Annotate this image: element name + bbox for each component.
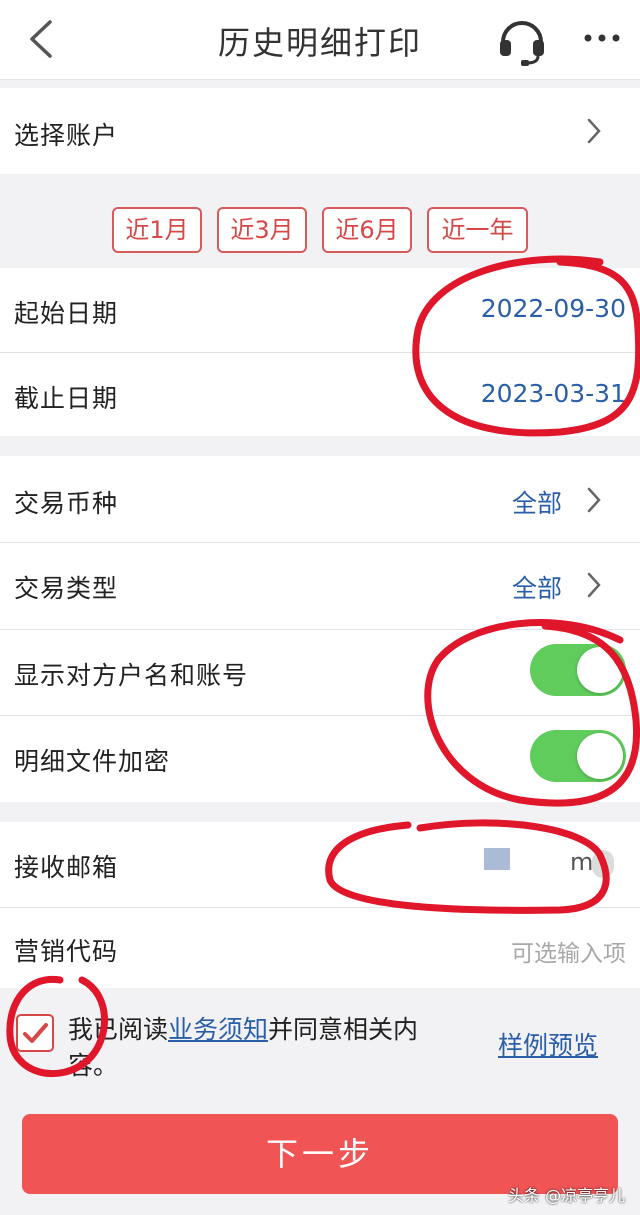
currency-label: 交易币种 [14,489,119,518]
agreement-text: 我已阅读业务须知并同意相关内容。 [68,1012,468,1078]
agreement-text-before: 我已阅读 [68,1015,169,1044]
encrypt-file-toggle[interactable] [530,730,626,782]
email-value[interactable]: m [570,848,593,876]
chevron-right-icon [587,572,601,598]
start-date-row[interactable]: 起始日期 2022-09-30 [0,268,640,352]
end-date-value[interactable]: 2023-03-31 [481,379,626,408]
transaction-type-label: 交易类型 [14,574,119,603]
start-date-label: 起始日期 [14,299,119,328]
checkmark-icon [23,1023,48,1043]
show-counterparty-toggle[interactable] [530,644,626,696]
watermark: 头条 @凉亭亨儿 [508,1186,626,1205]
sample-preview-link[interactable]: 样例预览 [498,1026,598,1062]
clear-icon[interactable] [592,850,614,878]
transaction-type-value: 全部 [512,574,563,603]
marketing-code-input[interactable]: 可选输入项 [511,934,626,968]
show-counterparty-label: 显示对方户名和账号 [14,661,249,690]
toggle-knob [577,647,623,693]
select-account-row[interactable]: 选择账户 [0,88,640,174]
encrypt-file-label: 明细文件加密 [14,747,171,776]
toggle-knob [577,733,623,779]
email-label: 接收邮箱 [14,853,119,882]
email-row[interactable]: 接收邮箱 m [0,822,640,908]
range-1-month-button[interactable]: 近1月 [112,207,202,253]
start-date-value[interactable]: 2022-09-30 [481,294,626,323]
more-icon[interactable] [580,20,624,56]
select-account-label: 选择账户 [14,121,119,150]
encrypt-file-row: 明细文件加密 [0,716,640,802]
end-date-row[interactable]: 截止日期 2023-03-31 [0,353,640,436]
transaction-type-row[interactable]: 交易类型 全部 [0,543,640,629]
range-6-months-button[interactable]: 近6月 [322,207,412,253]
chevron-right-icon [587,118,601,144]
headset-icon[interactable] [494,12,550,68]
email-blur-mark [484,848,510,870]
chevron-right-icon [587,487,601,513]
show-counterparty-row: 显示对方户名和账号 [0,630,640,716]
currency-row[interactable]: 交易币种 全部 [0,456,640,542]
range-1-year-button[interactable]: 近一年 [427,207,528,253]
currency-value: 全部 [512,489,563,518]
marketing-code-row[interactable]: 营销代码 可选输入项 [0,908,640,988]
business-notice-link[interactable]: 业务须知 [168,1015,268,1044]
end-date-label: 截止日期 [14,384,119,413]
agree-checkbox[interactable] [16,1014,54,1052]
marketing-code-label: 营销代码 [14,937,119,966]
range-3-months-button[interactable]: 近3月 [217,207,307,253]
